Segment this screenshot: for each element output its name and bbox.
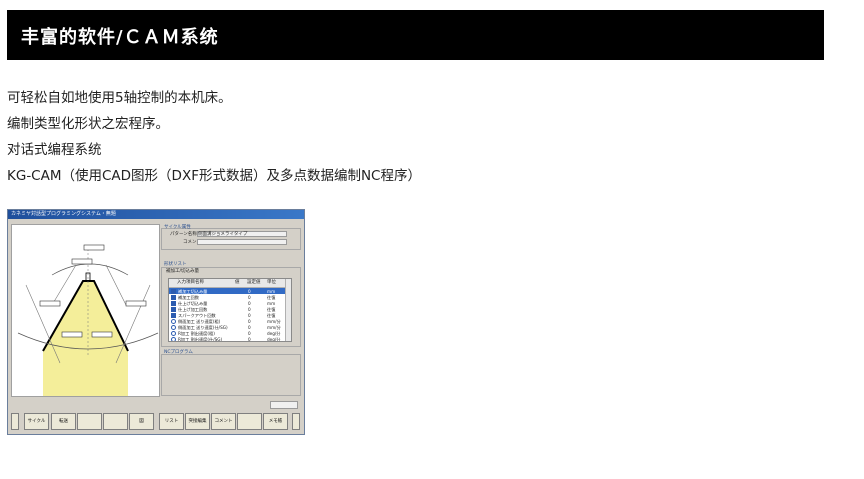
param-square-icon [171, 306, 176, 312]
cell-name: 側面加工 送り速度(仕/SG) [178, 325, 228, 331]
table-row[interactable]: 側面加工 送り速度(粗) 0 mm/分 [169, 319, 287, 325]
section-title: 丰富的软件/ＣＡＭ系统 [21, 27, 219, 48]
pattern-name-label: パターン名称 [170, 232, 197, 237]
cell-value: 0 [248, 288, 251, 294]
cell-name: 補加工回数 [178, 294, 199, 300]
column-header: 設定値 [247, 280, 261, 285]
param-square-icon [171, 288, 176, 294]
cell-unit: deg/分 [267, 337, 281, 342]
table-row[interactable]: 補加工切込み量 0 mm [169, 288, 287, 294]
feature-line-2: 编制类型化形状之宏程序。 [7, 116, 169, 132]
toolbar-button-5[interactable]: 図 [129, 413, 154, 430]
table-row[interactable]: スパークアウト回数 0 往復 [169, 312, 287, 318]
cell-unit: mm [267, 300, 276, 306]
section-header: 丰富的软件/ＣＡＭ系统 [7, 10, 824, 60]
toolbar-button-3[interactable] [77, 413, 102, 430]
cell-name: 仕上げ加工回数 [178, 306, 208, 312]
shape-preview-canvas [11, 224, 160, 397]
table-row[interactable]: 仕上げ加工回数 0 往復 [169, 306, 287, 312]
param-square-icon [171, 294, 176, 300]
cell-unit: mm [267, 288, 276, 294]
toolbar-button-8[interactable]: 突接編集 [185, 413, 210, 430]
table-header: 入力項目名称 値 設定値 単位 [169, 279, 287, 288]
nc-program-label: NCプログラム [164, 350, 193, 355]
parameter-table[interactable]: 入力項目名称 値 設定値 単位 補加工切込み量 0 mm 補加工回数 0 往復 仕上げ切込み… [168, 278, 292, 342]
cell-value: 0 [248, 312, 251, 318]
dimension-box [39, 300, 61, 307]
dimension-box [83, 244, 105, 251]
dimension-box [125, 300, 147, 307]
feature-line-1: 可轻松自如地使用5轴控制的本机床。 [7, 90, 232, 106]
cell-name: 側面加工 送り速度(粗) [178, 319, 221, 324]
feed-circle-icon [171, 319, 176, 324]
cell-value: 0 [248, 306, 251, 312]
toolbar-button-11[interactable]: メモ帳 [263, 413, 288, 430]
shape-preview-drawing [17, 244, 159, 396]
shape-list-label: 形状リスト [164, 262, 187, 267]
window-titlebar: カネミヤ対話型プログラミングシステム・無題 [8, 210, 304, 219]
dimension-box [61, 331, 83, 338]
toolbar-button-0[interactable] [11, 413, 19, 430]
cell-unit: mm/分 [267, 319, 281, 324]
tab-finishing-depth[interactable]: 補加工/切込み量 [166, 269, 199, 274]
cell-name: R加工 割出速度(粗) [178, 331, 215, 337]
cell-name: 補加工切込み量 [178, 288, 208, 294]
param-square-icon [171, 300, 176, 306]
toolbar-button-10[interactable] [237, 413, 262, 430]
cycle-group-label: サイクル属性 [164, 225, 191, 230]
table-scrollbar[interactable] [285, 279, 291, 341]
feature-line-3: 对话式编程系统 [7, 142, 102, 158]
feature-line-4: KG-CAM（使用CAD图形（DXF形式数据）及多点数据编制NC程序） [7, 168, 421, 184]
cell-name: スパークアウト回数 [178, 312, 216, 318]
column-header: 単位 [267, 280, 276, 285]
window-title: カネミヤ対話型プログラミングシステム・無題 [11, 211, 116, 217]
feed-circle-icon [171, 325, 176, 331]
cell-unit: 往復 [267, 294, 276, 300]
column-header: 入力項目名称 [177, 280, 204, 285]
toolbar-button-7[interactable]: リスト [159, 413, 184, 430]
cell-unit: 往復 [267, 306, 276, 312]
cell-value: 0 [248, 294, 251, 300]
cell-unit: deg/分 [267, 331, 281, 337]
nc-program-group [161, 354, 301, 396]
dimension-box [71, 258, 93, 265]
table-row[interactable]: R加工 割出速度(仕/SG) 0 deg/分 [169, 337, 287, 342]
cell-value: 0 [248, 331, 251, 337]
cell-value: 0 [248, 325, 251, 331]
comment-field[interactable] [197, 239, 287, 245]
cell-name: 仕上げ切込み量 [178, 300, 208, 306]
cell-unit: 往復 [267, 312, 276, 318]
feed-circle-icon [171, 337, 176, 341]
pattern-name-value: 側面溝ジョメライタイプ [198, 232, 248, 237]
cell-unit: mm/分 [267, 325, 281, 331]
toolbar-button-4[interactable] [103, 413, 128, 430]
cell-value: 0 [248, 319, 251, 324]
cell-value: 0 [248, 300, 251, 306]
table-row[interactable]: 補加工回数 0 往復 [169, 294, 287, 300]
toolbar-button-12[interactable] [292, 413, 300, 430]
dimension-box [91, 331, 113, 338]
status-field [270, 401, 298, 409]
toolbar-button-1[interactable]: サイクル [24, 413, 49, 430]
table-row[interactable]: 側面加工 送り速度(仕/SG) 0 mm/分 [169, 325, 287, 331]
feed-circle-icon [171, 331, 176, 337]
cell-value: 0 [248, 337, 251, 342]
table-row[interactable]: 仕上げ切込み量 0 mm [169, 300, 287, 306]
toolbar-button-9[interactable]: コメント [211, 413, 236, 430]
toolbar-button-2[interactable]: 転送 [51, 413, 76, 430]
column-header: 値 [235, 280, 240, 285]
param-square-icon [171, 312, 176, 318]
cell-name: R加工 割出速度(仕/SG) [178, 337, 223, 342]
table-row[interactable]: R加工 割出速度(粗) 0 deg/分 [169, 331, 287, 337]
